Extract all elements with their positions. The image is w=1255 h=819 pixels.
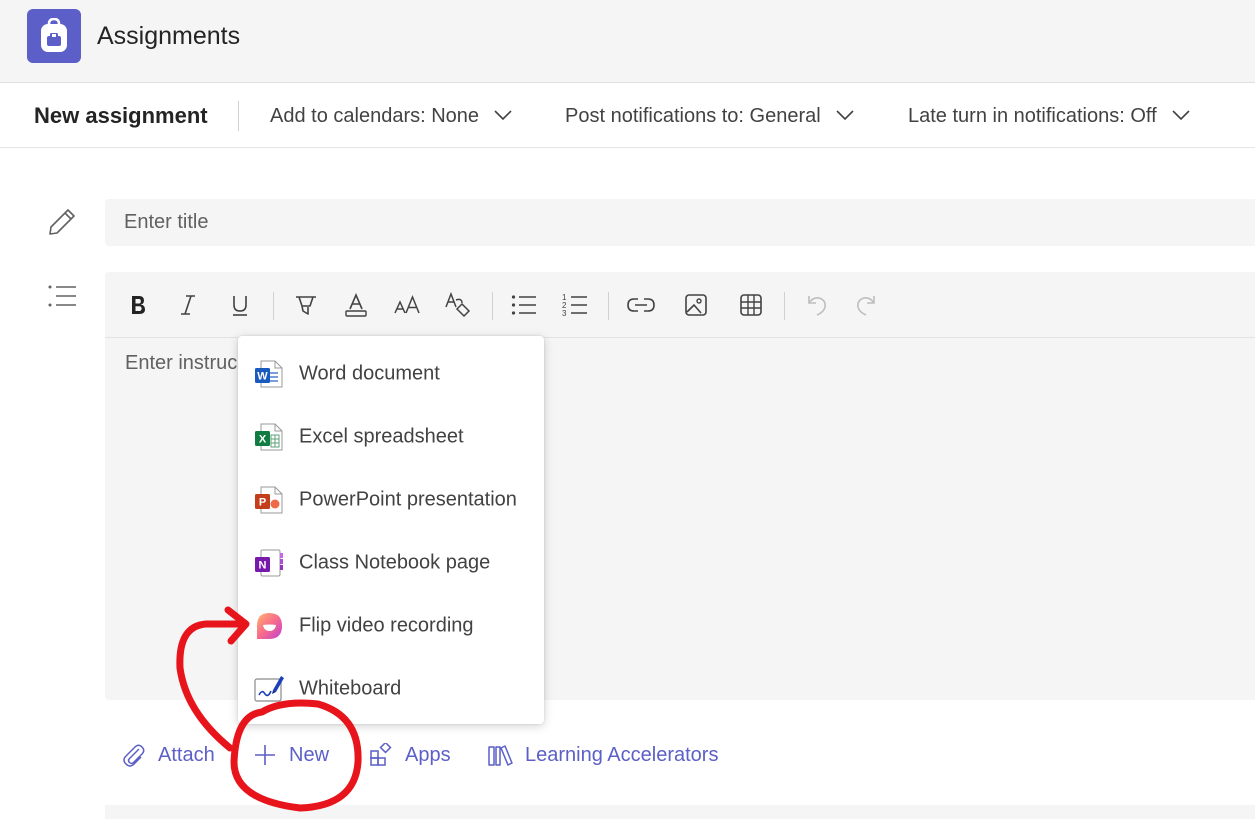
chevron-down-icon [494,110,512,120]
table-icon[interactable] [736,290,766,320]
new-button[interactable]: New [253,738,329,772]
app-title: Assignments [97,22,241,50]
undo-icon[interactable] [802,290,832,320]
late-notifications-dropdown[interactable]: Late turn in notifications: Off [908,105,1191,128]
formatting-toolbar: 123 [105,272,1255,338]
toolbar-divider [238,101,239,131]
menu-item-label: Whiteboard [299,677,402,700]
backpack-icon [27,9,81,63]
instructions-list-icon [48,285,76,307]
learning-accelerators-button[interactable]: Learning Accelerators [487,738,718,772]
notifications-dropdown-label: Post notifications to: General [565,105,821,127]
books-icon [488,745,513,766]
app-header: Assignments [0,0,1255,83]
chevron-down-icon [836,110,854,120]
menu-item-label: Flip video recording [299,614,474,637]
highlight-icon[interactable] [291,290,321,320]
flip-icon [257,613,282,639]
svg-text:W: W [257,371,268,383]
svg-text:X: X [259,434,267,446]
learning-accelerators-label: Learning Accelerators [525,743,719,766]
menu-item-word-document[interactable]: W Word document [238,344,544,404]
apps-icon [370,743,392,766]
menu-item-excel-spreadsheet[interactable]: X Excel spreadsheet [238,407,544,467]
whiteboard-icon [254,676,284,702]
chevron-down-icon [1172,110,1190,120]
toolbar-divider [608,292,609,320]
bold-icon[interactable] [123,290,153,320]
clear-format-icon[interactable] [443,290,473,320]
instructions-placeholder: Enter instruc [125,352,238,374]
onenote-icon: N [255,549,283,577]
svg-text:P: P [259,497,266,509]
menu-item-label: Word document [299,362,440,385]
link-icon[interactable] [626,290,656,320]
font-size-icon[interactable] [393,290,423,320]
menu-item-whiteboard[interactable]: Whiteboard [238,659,544,719]
numbered-list-icon[interactable]: 123 [560,290,590,320]
attach-button[interactable]: Attach [122,738,215,772]
next-field-edge [105,805,1255,819]
toolbar-divider [492,292,493,320]
menu-item-label: Class Notebook page [299,551,491,574]
calendars-dropdown-label: Add to calendars: None [270,105,480,127]
italic-icon[interactable] [173,290,203,320]
apps-label: Apps [405,743,451,766]
menu-item-flip-video-recording[interactable]: Flip video recording [238,596,544,656]
powerpoint-icon: P [255,486,283,514]
menu-item-class-notebook-page[interactable]: N Class Notebook page [238,533,544,593]
attach-label: Attach [158,743,215,766]
assignment-toolbar: New assignment Add to calendars: None Po… [0,84,1255,148]
plus-icon [255,745,275,765]
toolbar-divider [273,292,274,320]
word-icon: W [255,360,283,388]
menu-item-label: PowerPoint presentation [299,488,517,511]
new-file-menu: W Word document X Excel spreadsheet P Po… [238,336,544,724]
svg-text:N: N [259,560,267,572]
new-label: New [289,743,330,766]
page-title: New assignment [34,103,208,128]
image-icon[interactable] [681,290,711,320]
apps-button[interactable]: Apps [369,738,451,772]
excel-icon: X [255,423,283,451]
redo-icon[interactable] [851,290,881,320]
svg-text:3: 3 [562,309,567,318]
late-notifications-dropdown-label: Late turn in notifications: Off [908,105,1157,127]
title-field[interactable] [105,199,1255,246]
paperclip-icon [123,744,145,767]
menu-item-powerpoint-presentation[interactable]: P PowerPoint presentation [238,470,544,530]
title-input[interactable] [105,199,1255,246]
pencil-icon [49,209,75,235]
calendars-dropdown[interactable]: Add to calendars: None [270,105,513,128]
menu-item-label: Excel spreadsheet [299,425,464,448]
bullet-list-icon[interactable] [509,290,539,320]
underline-icon[interactable] [225,290,255,320]
notifications-dropdown[interactable]: Post notifications to: General [565,105,855,128]
toolbar-divider [784,292,785,320]
font-color-icon[interactable] [341,290,371,320]
